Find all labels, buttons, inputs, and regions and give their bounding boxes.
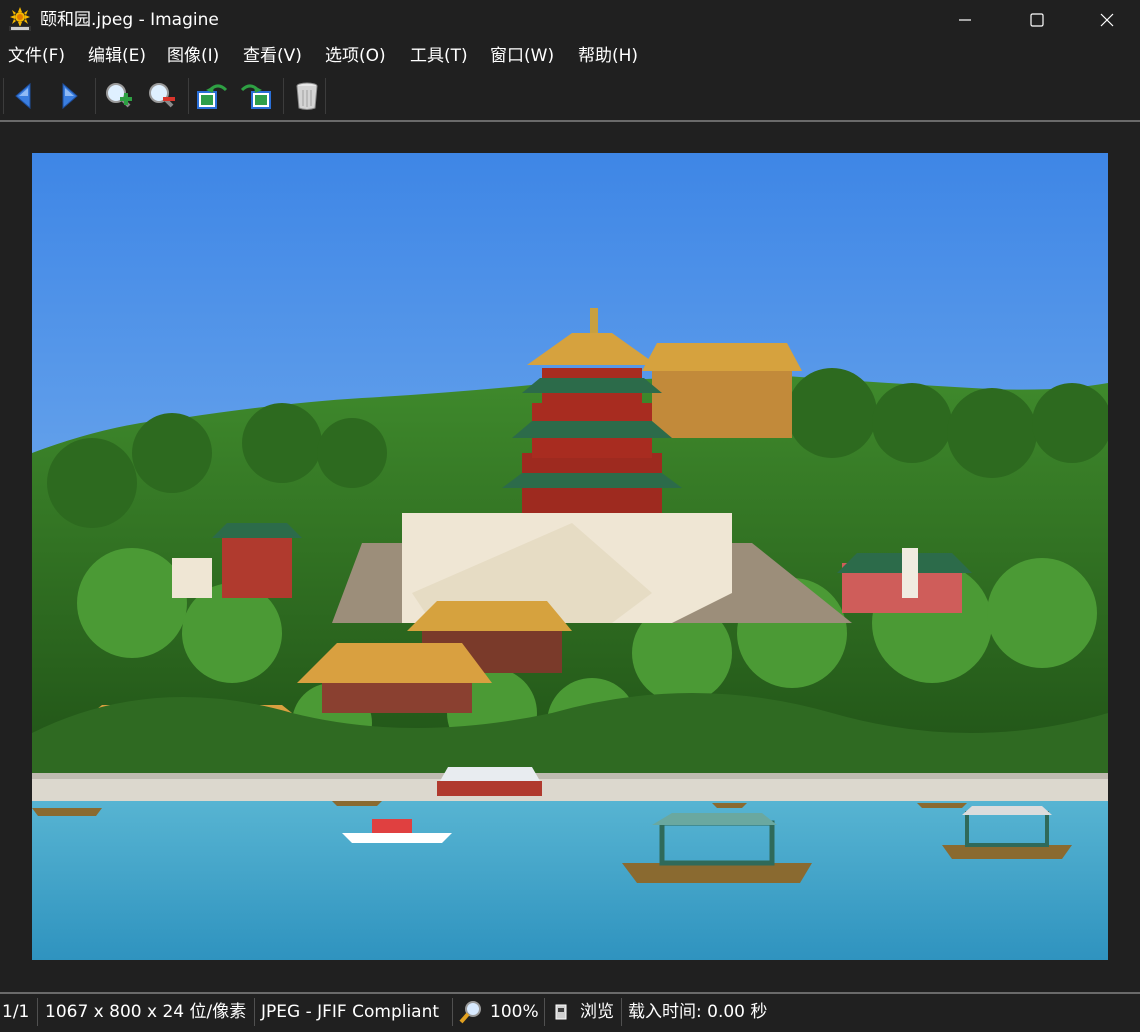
rotate-left-button[interactable] (194, 78, 230, 114)
status-separator (452, 998, 453, 1026)
browse-mode-icon (553, 1002, 569, 1022)
statusbar-divider (0, 992, 1140, 994)
delete-icon (296, 82, 318, 110)
status-format: JPEG - JFIF Compliant (261, 1002, 440, 1022)
zoom-out-icon (149, 83, 175, 108)
maximize-icon (1030, 13, 1044, 27)
zoom-magnifier-icon (458, 999, 484, 1025)
menu-options[interactable]: 选项(O) (325, 45, 386, 67)
delete-button[interactable] (289, 78, 325, 114)
summer-palace-image (32, 153, 1108, 960)
toolbar-separator (188, 78, 189, 114)
menu-edit[interactable]: 编辑(E) (88, 45, 146, 67)
previous-arrow-icon (15, 82, 31, 110)
menu-window[interactable]: 窗口(W) (490, 45, 554, 67)
close-icon (1100, 13, 1114, 27)
zoom-in-button[interactable] (100, 78, 136, 114)
status-separator (37, 998, 38, 1026)
toolbar (0, 74, 1140, 118)
menu-help[interactable]: 帮助(H) (578, 45, 638, 67)
close-button[interactable] (1072, 0, 1140, 40)
status-separator (544, 998, 545, 1026)
minimize-icon (959, 19, 971, 21)
zoom-out-button[interactable] (143, 78, 179, 114)
status-zoom: 100% (490, 1002, 539, 1022)
status-separator (254, 998, 255, 1026)
menu-file[interactable]: 文件(F) (8, 45, 65, 67)
menu-view[interactable]: 查看(V) (243, 45, 302, 67)
maximize-button[interactable] (1002, 0, 1072, 40)
displayed-photo[interactable] (32, 153, 1108, 960)
status-bar: 1/1 1067 x 800 x 24 位/像素 JPEG - JFIF Com… (0, 996, 1140, 1028)
title-bar: 颐和园.jpeg - Imagine (0, 0, 1140, 40)
status-mode: 浏览 (580, 1002, 614, 1022)
minimize-button[interactable] (930, 0, 1000, 40)
toolbar-separator (283, 78, 284, 114)
app-logo-icon (8, 7, 32, 31)
next-button[interactable] (51, 78, 87, 114)
boat (437, 767, 542, 796)
toolbar-separator (325, 78, 326, 114)
toolbar-separator (95, 78, 96, 114)
menu-image[interactable]: 图像(I) (167, 45, 219, 67)
status-load-time: 载入时间: 0.00 秒 (628, 1002, 768, 1022)
menu-bar: 文件(F) 编辑(E) 图像(I) 查看(V) 选项(O) 工具(T) 窗口(W… (0, 40, 1140, 72)
image-viewport[interactable] (0, 122, 1140, 990)
status-separator (621, 998, 622, 1026)
window-title: 颐和园.jpeg - Imagine (40, 10, 219, 30)
rotate-right-icon (240, 84, 271, 109)
rotate-left-icon (197, 84, 228, 109)
previous-button[interactable] (6, 78, 42, 114)
zoom-in-icon (106, 83, 132, 108)
rotate-right-button[interactable] (238, 78, 274, 114)
toolbar-separator (3, 78, 4, 114)
status-dimensions: 1067 x 800 x 24 位/像素 (45, 1002, 247, 1022)
status-image-index: 1/1 (2, 1002, 30, 1022)
menu-tools[interactable]: 工具(T) (410, 45, 468, 67)
next-arrow-icon (62, 82, 78, 110)
